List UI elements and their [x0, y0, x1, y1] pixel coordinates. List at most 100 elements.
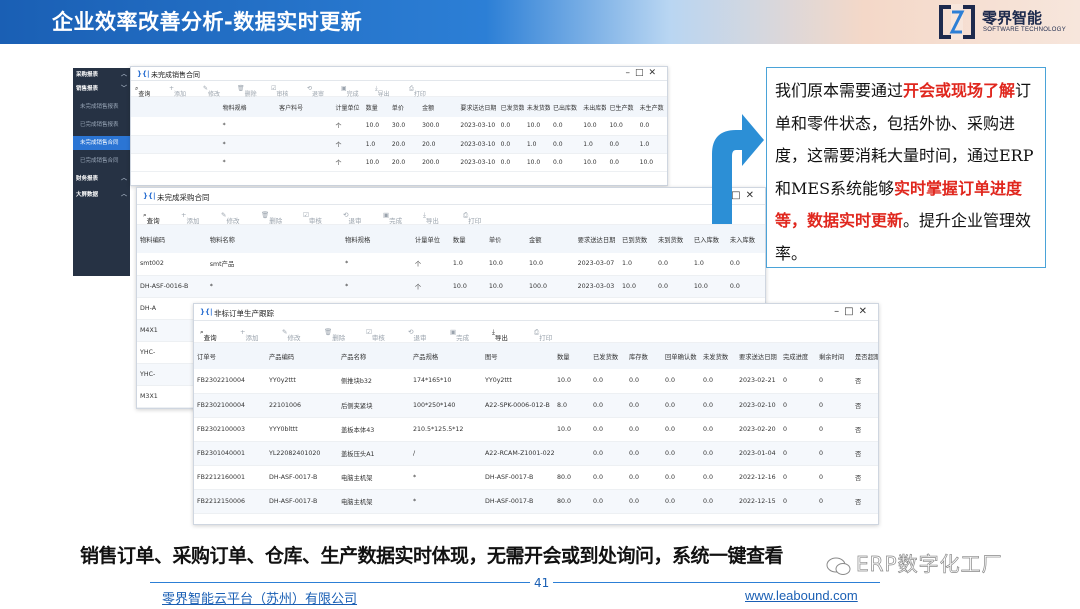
column-header[interactable]: 数量 — [362, 97, 389, 117]
table-row[interactable]: * 个 10.0 30.0 300.0 2023-03-10 0.0 10.0 0.0 10.0 1… — [131, 117, 667, 136]
column-header[interactable]: 未入库数 — [726, 225, 765, 253]
print-button[interactable]: ⎙ 打印 — [534, 328, 552, 342]
sidebar-item-sales-report[interactable]: 销售报表 ﹀ — [73, 82, 130, 96]
column-header[interactable]: 订单号 — [194, 343, 266, 369]
review-button[interactable]: ☑ 审核 — [303, 211, 322, 225]
edit-button[interactable]: ✎ 修改 — [203, 85, 220, 98]
export-button[interactable]: ⤓ 导出 — [375, 85, 390, 98]
review-button[interactable]: ☑ 审核 — [366, 328, 385, 342]
query-button[interactable]: ⌕ 查询 — [135, 85, 150, 98]
sidebar-item-open-sales-report[interactable]: 未完成销售报表 — [73, 100, 130, 114]
footer-url-link[interactable]: www.leabound.com — [745, 588, 858, 603]
table-row[interactable]: smt002 smt产品 * 个 1.0 10.0 10.0 2023-03-07 1.0 0.0… — [137, 253, 765, 276]
print-button[interactable]: ⎙ 打印 — [463, 211, 481, 225]
column-header[interactable]: 已出库数 — [550, 97, 581, 117]
edit-button[interactable]: ✎ 修改 — [282, 328, 300, 342]
table-row[interactable]: * 个 1.0 20.0 20.0 2023-03-10 0.0 1.0 0.0 1.0 0.0 1.… — [131, 135, 667, 154]
review-button[interactable]: ☑ 审核 — [271, 85, 288, 98]
close-icon[interactable]: ✕ — [859, 306, 872, 317]
reject-button[interactable]: ⟲ 退审 — [343, 211, 361, 225]
column-header[interactable]: 已入库数 — [690, 225, 727, 253]
table-cell: smt产品 — [206, 253, 343, 276]
delete-button[interactable]: 🗑 删除 — [237, 85, 257, 98]
sidebar-item-dashboard-data[interactable]: 大屏数据 ︿ — [73, 188, 130, 202]
table-cell: 10.0 — [580, 153, 607, 172]
minimize-icon[interactable]: – — [834, 306, 844, 317]
column-header[interactable]: 物料编码 — [137, 225, 207, 253]
table-row[interactable]: FB2212150006 DH-ASF-0017-B 电脑主机架 * DH-ASF-00… — [194, 489, 878, 514]
table-row[interactable]: * 个 10.0 20.0 200.0 2023-03-10 0.0 10.0 0.0 10.0 0… — [131, 153, 667, 172]
export-button[interactable]: ⤓ 导出 — [492, 328, 508, 342]
export-button[interactable]: ⤓ 导出 — [423, 211, 439, 225]
sidebar-item-closed-sales-contract[interactable]: 已完成销售合同 — [73, 154, 130, 168]
column-header[interactable]: 物料规格 — [219, 97, 277, 117]
reject-button[interactable]: ⟲ 退审 — [408, 328, 426, 342]
column-header[interactable]: 已到货数 — [619, 225, 655, 253]
column-header[interactable]: 剩余时间 — [816, 343, 852, 369]
column-header[interactable]: 已发货数 — [590, 343, 626, 369]
column-header[interactable]: 要求送达日期 — [457, 97, 498, 117]
column-header[interactable]: 未发货数 — [523, 97, 551, 117]
delete-button[interactable]: 🗑 删除 — [261, 211, 282, 225]
column-header[interactable]: 产品规格 — [410, 343, 482, 369]
table-row[interactable]: FB2302100003 YYY0blttt 盖板本体43 210.5*125.5*1… — [194, 417, 878, 442]
column-header[interactable]: 物料规格 — [342, 225, 412, 253]
column-header[interactable]: 回单确认数 — [662, 343, 700, 369]
table-cell: 后侧夹紧块 — [338, 393, 410, 418]
edit-button[interactable]: ✎ 修改 — [221, 211, 239, 225]
table-cell: 0.0 — [626, 465, 662, 490]
column-header[interactable]: 要求送达日期 — [574, 225, 620, 253]
sidebar-item-purchase-report[interactable]: 采购报表 ︿ — [73, 68, 130, 82]
minimize-icon[interactable]: – — [625, 68, 635, 78]
column-header[interactable]: 客户料号 — [276, 97, 333, 117]
column-header[interactable]: 未到货数 — [654, 225, 691, 253]
column-header[interactable] — [131, 97, 220, 117]
column-header[interactable]: 计量单位 — [411, 225, 450, 253]
column-header[interactable]: 已生产数 — [606, 97, 637, 117]
column-header[interactable]: 完成进度 — [780, 343, 816, 369]
column-header[interactable]: 数量 — [449, 225, 486, 253]
column-header[interactable]: 图号 — [482, 343, 554, 369]
table-row[interactable]: FB2301040001 YL22082401020 盖板压头A1/A22-RCAM… — [194, 441, 878, 466]
add-button[interactable]: + 添加 — [240, 328, 258, 342]
add-button[interactable]: + 添加 — [181, 211, 199, 225]
column-header[interactable]: 未生产数 — [636, 97, 667, 117]
column-header[interactable]: 金额 — [419, 97, 458, 117]
table-row[interactable]: FB2302210004 YY0y2ttt 侧推块b32 174*165*10 YY0y… — [194, 369, 878, 394]
delete-button[interactable]: 🗑 删除 — [324, 328, 345, 342]
column-header[interactable]: 单价 — [388, 97, 420, 117]
column-header[interactable]: 未发货数 — [700, 343, 736, 369]
complete-button[interactable]: ▣ 完成 — [450, 328, 469, 342]
toolbar: ⌕ 查询 + 添加 ✎ 修改 🗑 删除 ☑ 审核 ⟲ 退审 ▣ 完成 ⤓ 导出 … — [131, 81, 667, 98]
column-header[interactable]: 要求送达日期 — [736, 343, 780, 369]
column-header[interactable]: 金额 — [526, 225, 575, 253]
table-cell: * — [342, 275, 412, 298]
table-row[interactable]: FB2302100004 22101006 后侧夹紧块 100*250*140 A22-… — [194, 393, 878, 418]
column-header[interactable]: 计量单位 — [332, 97, 363, 117]
column-header[interactable]: 库存数 — [626, 343, 662, 369]
table-row[interactable]: DH-ASF-0016-B * * 个 10.0 10.0 100.0 2023-03-03 1… — [137, 275, 765, 298]
close-icon[interactable]: ✕ — [648, 68, 661, 78]
maximize-icon[interactable]: □ — [635, 68, 649, 78]
maximize-icon[interactable]: □ — [844, 306, 858, 317]
sidebar-item-closed-sales-report[interactable]: 已完成销售报表 — [73, 118, 130, 132]
table-cell: 210.5*125.5*12 — [410, 417, 482, 442]
column-header[interactable]: 物料名称 — [206, 225, 343, 253]
column-header[interactable]: 已发货数 — [497, 97, 524, 117]
sidebar-item-finance-report[interactable]: 财务报表 ︿ — [73, 172, 130, 186]
add-button[interactable]: + 添加 — [169, 85, 186, 98]
column-header[interactable]: 单价 — [485, 225, 526, 253]
reject-button[interactable]: ⟲ 退审 — [307, 85, 324, 98]
query-button[interactable]: ⌕ 查询 — [143, 211, 160, 225]
print-button[interactable]: ⎙ 打印 — [409, 85, 426, 98]
query-button[interactable]: ⌕ 查询 — [200, 328, 217, 342]
column-header[interactable]: 产品名称 — [338, 343, 410, 369]
column-header[interactable]: 数量 — [554, 343, 590, 369]
complete-button[interactable]: ▣ 完成 — [383, 211, 402, 225]
column-header[interactable]: 产品编码 — [266, 343, 338, 369]
column-header[interactable]: 未出库数 — [580, 97, 607, 117]
complete-button[interactable]: ▣ 完成 — [341, 85, 359, 98]
table-row[interactable]: FB2212160001 DH-ASF-0017-B 电脑主机架 * DH-ASF-00… — [194, 465, 878, 490]
column-header[interactable]: 是否超期 — [852, 343, 878, 369]
sidebar-item-open-sales-contract[interactable]: 未完成销售合同 — [73, 136, 130, 150]
